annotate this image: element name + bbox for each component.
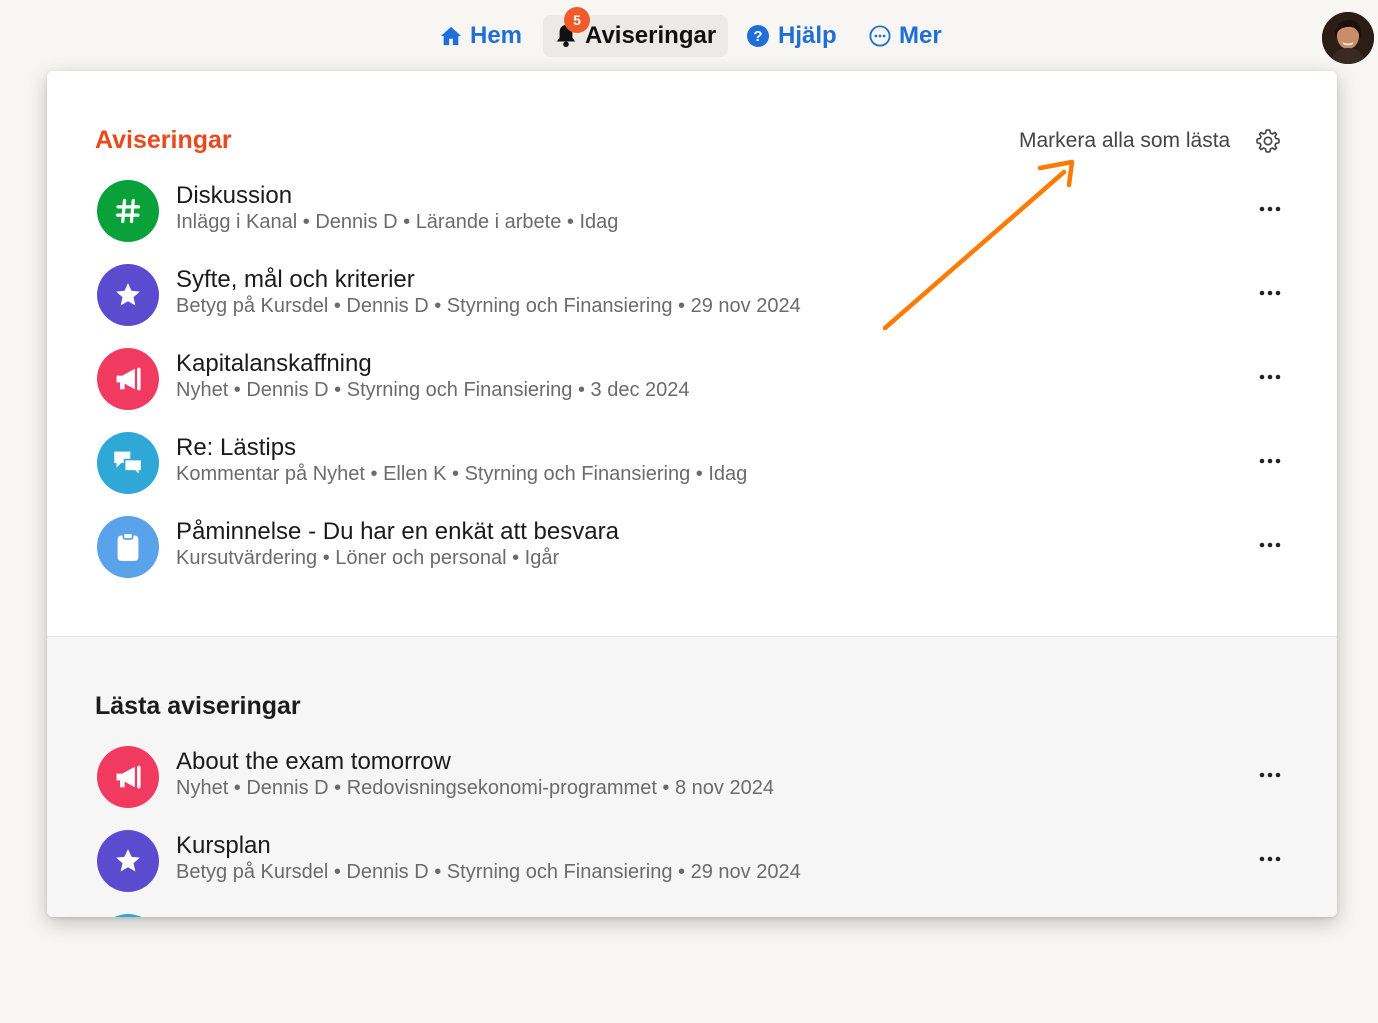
notifications-heading: Aviseringar [95,126,232,154]
notification-icon-circle [97,348,159,410]
read-notifications-section: Lästa aviseringar About the exam tomorro… [47,636,1337,917]
notification-item[interactable]: Kapitalanskaffning Nyhet • Dennis D • St… [97,346,1287,410]
nav-help[interactable]: ? Hjälp [746,15,837,57]
notification-title: Kursplan [176,832,271,859]
ellipsis-icon [1259,206,1281,212]
gear-icon [1256,129,1280,153]
nav-more-label: Mer [899,22,942,49]
notification-item[interactable] [97,912,1287,917]
more-options-button[interactable] [1252,362,1288,392]
help-icon: ? [747,25,769,47]
notification-icon-circle [97,746,159,808]
notification-title: About the exam tomorrow [176,748,451,775]
clipboard-icon [117,532,139,561]
home-icon [440,26,462,46]
settings-button[interactable] [1254,127,1282,155]
notification-meta: Kommentar på Nyhet • Ellen K • Styrning … [176,463,748,485]
ellipsis-icon [1259,458,1281,464]
notification-icon-circle [97,432,159,494]
top-navigation: Hem Aviseringar 5 ? Hjälp Mer [0,7,1378,57]
more-circle-icon [869,25,891,47]
notification-count-badge: 5 [564,7,590,33]
ellipsis-icon [1259,290,1281,296]
notification-title: Syfte, mål och kriterier [176,266,415,293]
more-options-button[interactable] [1252,760,1288,790]
notification-title: Re: Lästips [176,434,297,461]
more-options-button[interactable] [1252,194,1288,224]
notifications-panel: Aviseringar Markera alla som lästa Disku… [47,71,1337,917]
notification-icon-circle [97,830,159,892]
notification-icon-circle [97,914,159,917]
notification-item[interactable]: Påminnelse - Du har en enkät att besvara… [97,514,1287,578]
notification-meta: Nyhet • Dennis D • Redovisningsekonomi-p… [176,777,774,799]
more-options-button[interactable] [1252,446,1288,476]
megaphone-icon [116,765,141,789]
nav-more[interactable]: Mer [869,15,942,57]
notification-meta: Betyg på Kursdel • Dennis D • Styrning o… [176,295,801,317]
nav-home-label: Hem [470,22,523,49]
chat-bubbles-icon [114,451,143,478]
hashtag-icon [115,198,141,224]
nav-home[interactable]: Hem [440,15,522,57]
notification-item[interactable]: About the exam tomorrow Nyhet • Dennis D… [97,744,1287,808]
notification-title: Kapitalanskaffning [176,350,372,377]
notification-icon-circle [97,516,159,578]
user-avatar[interactable] [1322,12,1374,64]
notification-meta: Betyg på Kursdel • Dennis D • Styrning o… [176,861,801,883]
notification-item[interactable]: Diskussion Inlägg i Kanal • Dennis D • L… [97,178,1287,242]
ellipsis-icon [1259,772,1281,778]
notification-item[interactable]: Syfte, mål och kriterier Betyg på Kursde… [97,262,1287,326]
notification-meta: Kursutvärdering • Löner och personal • I… [176,547,560,569]
more-options-button[interactable] [1252,530,1288,560]
svg-text:?: ? [753,28,762,45]
notification-item[interactable]: Re: Lästips Kommentar på Nyhet • Ellen K… [97,430,1287,494]
more-options-button[interactable] [1252,278,1288,308]
notification-item[interactable]: Kursplan Betyg på Kursdel • Dennis D • S… [97,828,1287,892]
nav-help-label: Hjälp [778,22,837,49]
nav-notifications[interactable]: Aviseringar 5 [543,7,729,57]
star-icon [116,849,140,872]
ellipsis-icon [1259,374,1281,380]
notification-title: Påminnelse - Du har en enkät att besvara [176,518,619,545]
ellipsis-icon [1259,542,1281,548]
notification-meta: Inlägg i Kanal • Dennis D • Lärande i ar… [176,211,619,233]
mark-all-read-link[interactable]: Markera alla som lästa [1019,129,1230,153]
notification-icon-circle [97,180,159,242]
read-notifications-heading: Lästa aviseringar [95,692,301,720]
nav-notifications-label: Aviseringar [585,22,717,49]
notification-title: Diskussion [176,182,293,209]
megaphone-icon [116,367,141,391]
star-icon [116,283,140,306]
more-options-button[interactable] [1252,844,1288,874]
notification-meta: Nyhet • Dennis D • Styrning och Finansie… [176,379,690,401]
notification-icon-circle [97,264,159,326]
ellipsis-icon [1259,856,1281,862]
